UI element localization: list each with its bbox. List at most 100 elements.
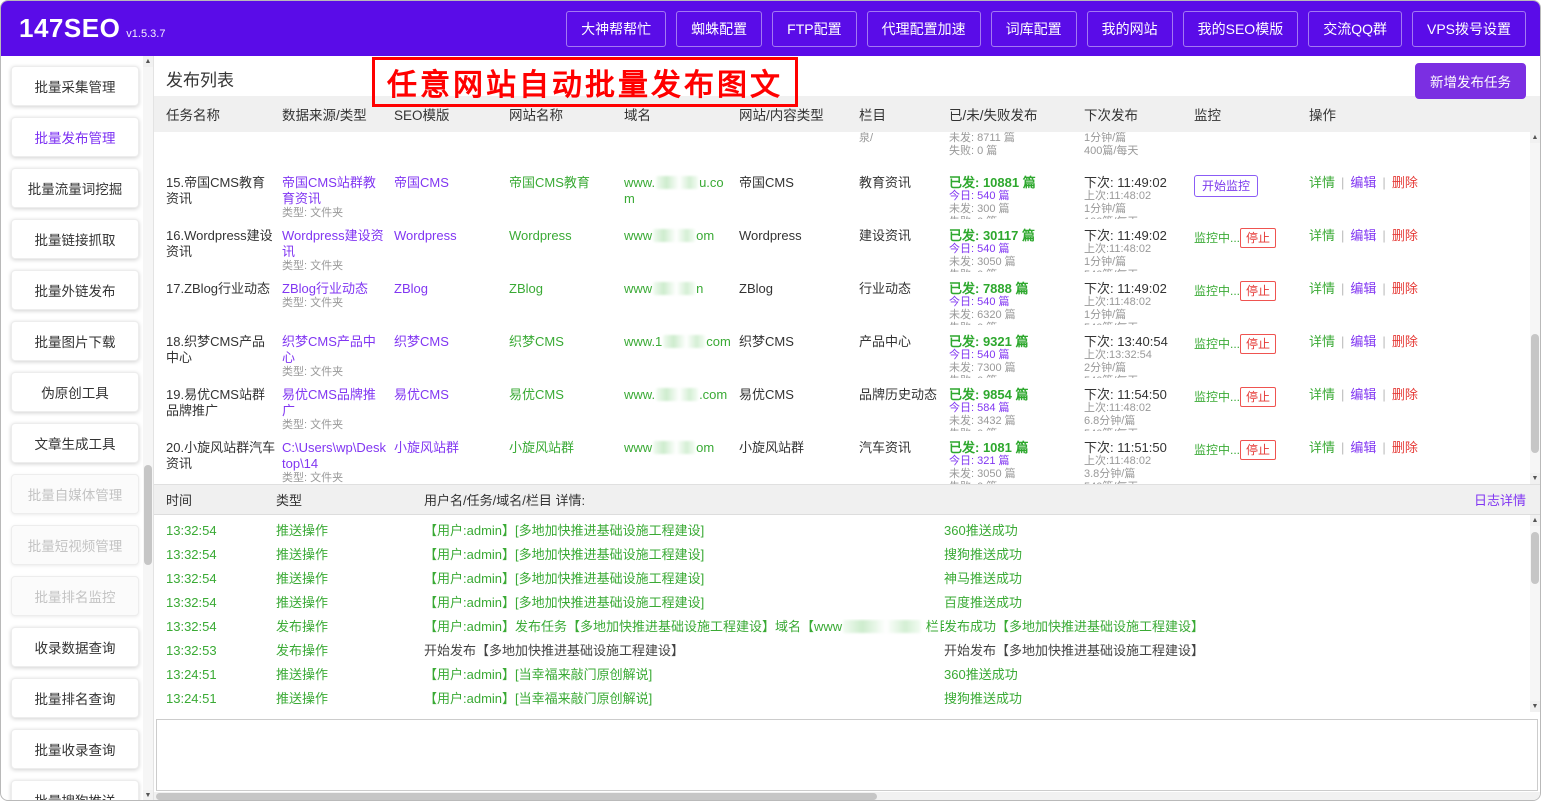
log-time: 13:32:54 [166, 523, 276, 539]
separator: | [1341, 334, 1344, 349]
task-source: 帝国CMS站群教育资讯类型: 文件夹 [282, 175, 394, 219]
seo-template-link[interactable]: 易优CMS [394, 387, 449, 402]
detail-link[interactable]: 详情 [1309, 281, 1335, 296]
log-scrollbar[interactable]: ▲ ▼ [1530, 515, 1540, 712]
scroll-down-arrow[interactable]: ▼ [1530, 701, 1540, 712]
sidebar-item[interactable]: 批量发布管理 [11, 117, 139, 157]
sidebar-item[interactable]: 文章生成工具 [11, 423, 139, 463]
log-detail: 【用户:admin】[当幸福来敲门原创解说] [424, 667, 944, 683]
column-header: 任务名称 [166, 104, 282, 124]
seo-template-link[interactable]: 织梦CMS [394, 334, 449, 349]
scroll-down-arrow[interactable]: ▼ [143, 790, 153, 801]
nav-item[interactable]: 大神帮帮忙 [566, 11, 666, 47]
delete-link[interactable]: 删除 [1392, 281, 1418, 296]
edit-link[interactable]: 编辑 [1350, 281, 1376, 296]
nav-item[interactable]: 交流QQ群 [1308, 11, 1402, 47]
scroll-track[interactable] [1530, 143, 1540, 473]
detail-link[interactable]: 详情 [1309, 440, 1335, 455]
sidebar-item[interactable]: 伪原创工具 [11, 372, 139, 412]
source-link[interactable]: 易优CMS品牌推广 [282, 387, 388, 419]
detail-link[interactable]: 详情 [1309, 387, 1335, 402]
table-row: 15.帝国CMS教育资讯帝国CMS站群教育资讯类型: 文件夹帝国CMS帝国CMS… [154, 166, 1540, 219]
sidebar-item[interactable]: 批量流量词挖掘 [11, 168, 139, 208]
nav-item[interactable]: 词库配置 [991, 11, 1077, 47]
scroll-up-arrow[interactable]: ▲ [1530, 132, 1540, 143]
sidebar-item[interactable]: 批量排名查询 [11, 678, 139, 718]
empty-cell [509, 132, 624, 158]
delete-link[interactable]: 删除 [1392, 387, 1418, 402]
daily-limit: 100篇/每天 [1084, 216, 1188, 219]
source-link[interactable]: 织梦CMS产品中心 [282, 334, 388, 366]
stop-button[interactable]: 停止 [1240, 228, 1276, 248]
source-link[interactable]: Wordpress建设资讯 [282, 228, 388, 260]
source-link[interactable]: C:\Users\wp\Desktop\14 [282, 440, 388, 472]
scroll-thumb[interactable] [156, 793, 877, 800]
tasks-table: 泉/未发: 8711 篇失败: 0 篇1分钟/篇400篇/每天15.帝国CMS教… [154, 132, 1540, 484]
source-link[interactable]: 帝国CMS站群教育资讯 [282, 175, 388, 207]
sidebar-item[interactable]: 批量图片下载 [11, 321, 139, 361]
add-task-button[interactable]: 新增发布任务 [1415, 63, 1526, 99]
sidebar-item[interactable]: 批量外链发布 [11, 270, 139, 310]
log-details-link[interactable]: 日志详情 [1474, 490, 1526, 509]
monitoring-label: 监控中... [1194, 231, 1240, 245]
published-count: 已发: 9321 篇 [949, 334, 1078, 349]
scroll-down-arrow[interactable]: ▼ [1530, 473, 1540, 484]
sidebar-item[interactable]: 收录数据查询 [11, 627, 139, 667]
edit-link[interactable]: 编辑 [1350, 387, 1376, 402]
unpublished-count: 未发: 8711 篇 [949, 132, 1078, 145]
start-monitor-button[interactable]: 开始监控 [1194, 175, 1258, 197]
nav-item[interactable]: 蜘蛛配置 [676, 11, 762, 47]
scroll-track[interactable] [143, 67, 153, 790]
log-result: 百度推送成功 [944, 595, 1526, 611]
stop-button[interactable]: 停止 [1240, 281, 1276, 301]
detail-link[interactable]: 详情 [1309, 334, 1335, 349]
edit-link[interactable]: 编辑 [1350, 175, 1376, 190]
stop-button[interactable]: 停止 [1240, 334, 1276, 354]
nav-item[interactable]: 我的SEO模版 [1183, 11, 1299, 47]
stop-button[interactable]: 停止 [1240, 440, 1276, 460]
detail-link[interactable]: 详情 [1309, 228, 1335, 243]
seo-template-link[interactable]: Wordpress [394, 228, 457, 243]
scroll-thumb[interactable] [144, 465, 152, 565]
source-link[interactable]: ZBlog行业动态 [282, 281, 388, 297]
seo-template-link[interactable]: 小旋风站群 [394, 440, 459, 455]
sidebar-item[interactable]: 批量链接抓取 [11, 219, 139, 259]
scroll-track[interactable] [1530, 526, 1540, 701]
sidebar-scrollbar[interactable]: ▲ ▼ [143, 56, 153, 801]
edit-link[interactable]: 编辑 [1350, 228, 1376, 243]
column-name: 品牌历史动态 [859, 387, 949, 431]
scroll-thumb[interactable] [1531, 532, 1539, 584]
delete-link[interactable]: 删除 [1392, 440, 1418, 455]
nav-item[interactable]: 代理配置加速 [867, 11, 981, 47]
delete-link[interactable]: 删除 [1392, 334, 1418, 349]
table-row: 16.Wordpress建设资讯Wordpress建设资讯类型: 文件夹Word… [154, 219, 1540, 272]
domain-cell: www.1com [624, 334, 739, 378]
scroll-thumb[interactable] [1531, 334, 1539, 453]
table-scrollbar[interactable]: ▲ ▼ [1530, 132, 1540, 484]
log-type: 推送操作 [276, 667, 424, 683]
daily-limit: 540篇/每天 [1084, 375, 1188, 378]
scroll-up-arrow[interactable]: ▲ [1530, 515, 1540, 526]
interval: 1分钟/篇 [1084, 256, 1188, 269]
brand-logo: 147SEO v1.5.3.7 [19, 13, 165, 44]
seo-template-link[interactable]: ZBlog [394, 281, 428, 296]
sidebar-item[interactable]: 批量收录查询 [11, 729, 139, 769]
horizontal-scrollbar[interactable] [154, 792, 1540, 801]
unpublished-count: 未发: 6320 篇 [949, 309, 1078, 322]
seo-template-link[interactable]: 帝国CMS [394, 175, 449, 190]
nav-item[interactable]: VPS拨号设置 [1412, 11, 1526, 47]
stop-button[interactable]: 停止 [1240, 387, 1276, 407]
log-row: 13:24:51推送操作【用户:admin】[当幸福来敲门原创解说]搜狗推送成功 [154, 687, 1540, 711]
monitor-cell: 监控中...停止 [1194, 387, 1309, 431]
nav-item[interactable]: 我的网站 [1087, 11, 1173, 47]
monitoring-label: 监控中... [1194, 443, 1240, 457]
nav-item[interactable]: FTP配置 [772, 11, 856, 47]
sidebar-item[interactable]: 批量采集管理 [11, 66, 139, 106]
delete-link[interactable]: 删除 [1392, 228, 1418, 243]
scroll-up-arrow[interactable]: ▲ [143, 56, 153, 67]
sidebar-item[interactable]: 批量搜狗推送 [11, 780, 139, 801]
detail-link[interactable]: 详情 [1309, 175, 1335, 190]
edit-link[interactable]: 编辑 [1350, 334, 1376, 349]
delete-link[interactable]: 删除 [1392, 175, 1418, 190]
edit-link[interactable]: 编辑 [1350, 440, 1376, 455]
